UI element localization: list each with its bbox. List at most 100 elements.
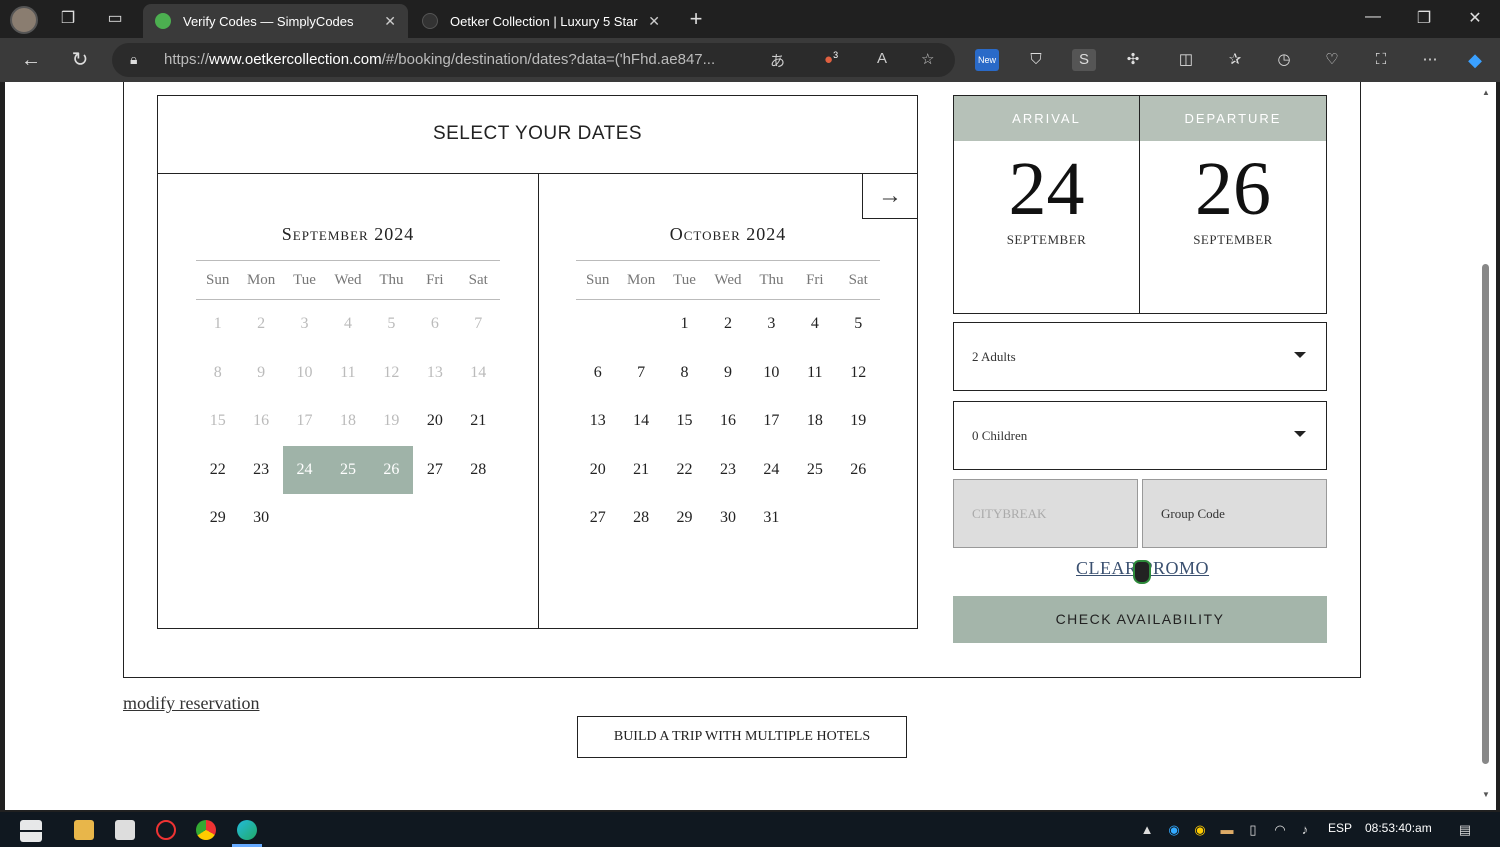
calendar-day[interactable]: 27 xyxy=(576,494,619,543)
more-menu-icon[interactable]: ⋯ xyxy=(1418,49,1442,71)
calendar-day[interactable]: 21 xyxy=(457,397,500,446)
calendar-day[interactable]: 25 xyxy=(793,446,836,495)
calendar-day[interactable]: 20 xyxy=(576,446,619,495)
tab-oetker[interactable]: Oetker Collection | Luxury 5 Star H ✕ xyxy=(410,4,672,38)
calendar-day[interactable]: 2 xyxy=(706,300,749,349)
performance-icon[interactable]: ♡ xyxy=(1320,49,1344,71)
calendar-day[interactable]: 18 xyxy=(793,397,836,446)
selected-day[interactable]: 24 xyxy=(282,445,327,494)
calendar-day[interactable]: 5 xyxy=(837,300,880,349)
restore-icon[interactable]: ❐ xyxy=(1413,8,1435,28)
minimize-icon[interactable]: — xyxy=(1362,8,1384,26)
file-explorer-icon[interactable] xyxy=(74,820,94,840)
tab-verify-codes[interactable]: Verify Codes — SimplyCodes ✕ xyxy=(143,4,408,38)
extension-badge-icon[interactable]: ●3 xyxy=(824,50,838,68)
clock[interactable]: 08:53:40:am xyxy=(1365,821,1432,835)
calendar-day[interactable]: 28 xyxy=(619,494,662,543)
calendar-day[interactable]: 24 xyxy=(750,446,793,495)
calendar-day[interactable]: 9 xyxy=(706,349,749,398)
start-icon[interactable] xyxy=(20,820,42,842)
departure-column[interactable]: DEPARTURE 26 SEPTEMBER xyxy=(1140,96,1326,313)
language-indicator[interactable]: ESP xyxy=(1328,821,1352,835)
calendar-day[interactable]: 22 xyxy=(663,446,706,495)
translate-icon[interactable]: あ xyxy=(770,50,785,71)
calendar-day[interactable]: 12 xyxy=(837,349,880,398)
calendar-day[interactable]: 15 xyxy=(663,397,706,446)
shield-icon[interactable]: ⛉ xyxy=(1024,49,1048,71)
workspaces-icon[interactable]: ❒ xyxy=(58,9,78,29)
history-icon[interactable]: ◷ xyxy=(1272,49,1296,71)
calendar-day[interactable]: 6 xyxy=(576,349,619,398)
new-extension-icon[interactable]: New xyxy=(975,49,999,71)
tab-actions-icon[interactable]: ▭ xyxy=(105,9,125,29)
wifi-icon[interactable]: ◠ xyxy=(1272,822,1288,838)
check-availability-button[interactable]: CHECK AVAILABILITY xyxy=(953,596,1327,643)
calendar-day[interactable]: 1 xyxy=(663,300,706,349)
next-month-arrow-icon[interactable]: → xyxy=(862,173,918,219)
tray-app-icon[interactable]: ▲ xyxy=(1139,822,1155,838)
calendar-day[interactable]: 10 xyxy=(750,349,793,398)
profile-avatar[interactable] xyxy=(10,6,38,34)
back-arrow-icon[interactable]: ← xyxy=(18,48,44,72)
calendar-day[interactable]: 29 xyxy=(196,494,239,543)
tray-app2-icon[interactable]: ▬ xyxy=(1219,822,1235,838)
store-icon[interactable] xyxy=(115,820,135,840)
close-tab-icon[interactable]: ✕ xyxy=(648,13,660,30)
calendar-day[interactable]: 13 xyxy=(576,397,619,446)
selected-day[interactable]: 25 xyxy=(326,445,370,494)
calendar-day[interactable]: 23 xyxy=(706,446,749,495)
battery-icon[interactable]: ▯ xyxy=(1245,822,1261,838)
split-screen-icon[interactable]: ◫ xyxy=(1174,49,1198,71)
favorites-icon[interactable]: ✰ xyxy=(1223,49,1247,71)
calendar-day[interactable]: 22 xyxy=(196,446,239,495)
group-code-field[interactable]: Group Code xyxy=(1142,479,1327,548)
close-window-icon[interactable]: ✕ xyxy=(1464,8,1486,28)
favorite-star-icon[interactable]: ☆ xyxy=(921,50,934,68)
arrival-column[interactable]: ARRIVAL 24 SEPTEMBER xyxy=(954,96,1140,313)
new-tab-icon[interactable]: + xyxy=(686,8,706,30)
promo-code-field[interactable]: CITYBREAK xyxy=(953,479,1138,548)
calendar-day[interactable]: 28 xyxy=(457,446,500,495)
close-tab-icon[interactable]: ✕ xyxy=(384,13,396,30)
screenshot-icon[interactable]: ⛶ xyxy=(1369,49,1393,71)
address-bar[interactable]: 🔒︎ https://www.oetkercollection.com/#/bo… xyxy=(112,43,955,77)
puzzle-extensions-icon[interactable]: ✣ xyxy=(1121,49,1145,71)
adults-select[interactable]: 2 Adults xyxy=(953,322,1327,391)
edge-icon[interactable] xyxy=(237,820,257,840)
s-extension-icon[interactable]: S xyxy=(1072,49,1096,71)
calendar-day[interactable]: 27 xyxy=(413,446,456,495)
calendar-day[interactable]: 31 xyxy=(750,494,793,543)
children-select[interactable]: 0 Children xyxy=(953,401,1327,470)
calendar-day[interactable]: 11 xyxy=(793,349,836,398)
read-aloud-icon[interactable]: A xyxy=(877,50,887,67)
calendar-day[interactable]: 26 xyxy=(837,446,880,495)
tray-edge-icon[interactable]: ◉ xyxy=(1166,822,1182,838)
scroll-up-icon[interactable]: ▲ xyxy=(1480,88,1492,97)
calendar-day[interactable]: 19 xyxy=(837,397,880,446)
calendar-day[interactable]: 3 xyxy=(750,300,793,349)
modify-reservation-link[interactable]: modify reservation xyxy=(123,693,259,714)
calendar-day[interactable]: 7 xyxy=(619,349,662,398)
calendar-day[interactable]: 4 xyxy=(793,300,836,349)
calendar-day[interactable]: 14 xyxy=(619,397,662,446)
page-scrollbar[interactable]: ▲ ▼ xyxy=(1480,82,1492,810)
copilot-icon[interactable]: ◆ xyxy=(1463,49,1487,71)
selected-day[interactable]: 26 xyxy=(369,445,414,494)
scrollbar-thumb[interactable] xyxy=(1482,264,1489,764)
calendar-day[interactable]: 30 xyxy=(239,494,282,543)
calendar-day[interactable]: 20 xyxy=(413,397,456,446)
calendar-day[interactable]: 8 xyxy=(663,349,706,398)
calendar-day[interactable]: 23 xyxy=(239,446,282,495)
chrome-icon[interactable] xyxy=(196,820,216,840)
tray-chrome-icon[interactable]: ◉ xyxy=(1192,822,1208,838)
scroll-down-icon[interactable]: ▼ xyxy=(1480,790,1492,799)
volume-icon[interactable]: ♪ xyxy=(1297,822,1313,838)
calendar-day[interactable]: 29 xyxy=(663,494,706,543)
calendar-day[interactable]: 16 xyxy=(706,397,749,446)
notifications-icon[interactable]: ▤ xyxy=(1455,822,1475,838)
calendar-day[interactable]: 17 xyxy=(750,397,793,446)
refresh-icon[interactable]: ↻ xyxy=(67,48,93,72)
build-trip-button[interactable]: BUILD A TRIP WITH MULTIPLE HOTELS xyxy=(577,716,907,758)
app-red-icon[interactable] xyxy=(156,820,176,840)
calendar-day[interactable]: 30 xyxy=(706,494,749,543)
